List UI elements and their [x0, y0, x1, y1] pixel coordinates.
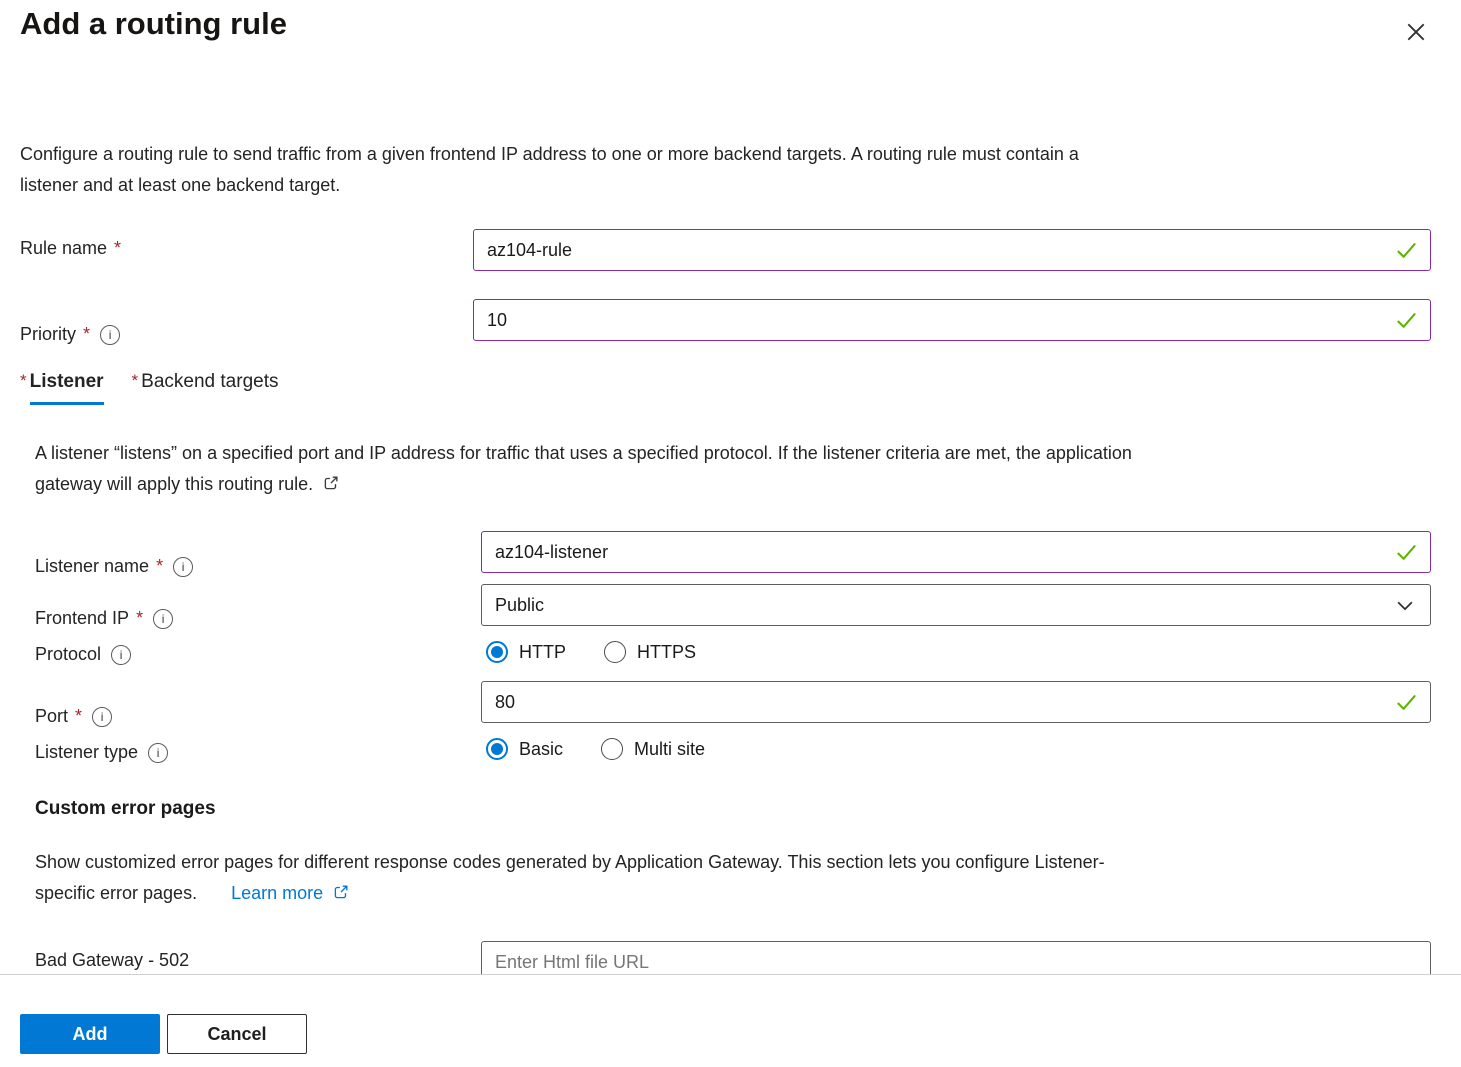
valid-check-icon [1395, 239, 1418, 262]
listener-name-input[interactable] [481, 531, 1431, 573]
valid-check-icon [1395, 309, 1418, 332]
frontend-ip-selected-value: Public [495, 595, 544, 616]
required-asterisk: * [132, 371, 139, 391]
learn-more-link[interactable]: Learn more [231, 883, 323, 903]
intro-line: Configure a routing rule to send traffic… [20, 139, 1420, 170]
rule-name-field [473, 229, 1431, 271]
port-label-text: Port [35, 706, 68, 727]
add-button[interactable]: Add [20, 1014, 160, 1054]
info-icon[interactable]: i [148, 743, 168, 763]
required-asterisk: * [83, 324, 90, 345]
footer-divider [0, 974, 1461, 975]
info-icon[interactable]: i [173, 557, 193, 577]
valid-check-icon [1395, 541, 1418, 564]
page-title: Add a routing rule [20, 6, 287, 42]
port-input[interactable] [481, 681, 1431, 723]
priority-label: Priority * i [20, 324, 120, 345]
required-asterisk: * [114, 238, 121, 259]
external-link-icon[interactable] [322, 474, 340, 492]
listener-name-label: Listener name * i [35, 556, 193, 577]
port-field [481, 681, 1431, 723]
bad-gateway-502-label-text: Bad Gateway - 502 [35, 950, 189, 971]
rule-name-label: Rule name * [20, 238, 121, 259]
listener-type-option-multi-site[interactable]: Multi site [601, 738, 705, 760]
close-x-glyph [1402, 18, 1430, 46]
listener-description-line: A listener “listens” on a specified port… [35, 438, 1435, 469]
listener-type-option-basic-label: Basic [519, 739, 563, 760]
tab-listener-label: Listener [30, 371, 104, 405]
valid-check-icon [1395, 691, 1418, 714]
protocol-option-https-label: HTTPS [637, 642, 696, 663]
bad-gateway-502-label: Bad Gateway - 502 [35, 950, 189, 971]
required-asterisk: * [156, 556, 163, 577]
listener-name-field [481, 531, 1431, 573]
custom-error-description-line: Show customized error pages for differen… [35, 847, 1435, 878]
footer-actions: Add Cancel [20, 1014, 307, 1054]
listener-name-label-text: Listener name [35, 556, 149, 577]
frontend-ip-select[interactable]: Public [481, 584, 1431, 626]
rule-tabs: * Listener * Backend targets [20, 371, 278, 405]
listener-type-option-multi-site-label: Multi site [634, 739, 705, 760]
custom-error-description-line2: specific error pages. Learn more [35, 878, 1435, 909]
chevron-down-icon [1395, 596, 1415, 616]
custom-error-pages-heading: Custom error pages [35, 798, 216, 820]
rule-name-label-text: Rule name [20, 238, 107, 259]
frontend-ip-label-text: Frontend IP [35, 608, 129, 629]
required-asterisk: * [20, 371, 27, 391]
priority-field [473, 299, 1431, 341]
protocol-option-http[interactable]: HTTP [486, 641, 566, 663]
radio-selected-icon [486, 641, 508, 663]
radio-selected-icon [486, 738, 508, 760]
bad-gateway-502-field [481, 941, 1431, 975]
cancel-button[interactable]: Cancel [167, 1014, 307, 1054]
custom-error-description-line2-text: specific error pages. [35, 883, 197, 903]
protocol-radio-group: HTTP HTTPS [486, 641, 696, 663]
port-label: Port * i [35, 706, 112, 727]
intro-line: listener and at least one backend target… [20, 170, 1420, 201]
radio-unselected-icon [601, 738, 623, 760]
protocol-option-https[interactable]: HTTPS [604, 641, 696, 663]
tab-backend-targets-label: Backend targets [141, 371, 278, 402]
protocol-label: Protocol i [35, 644, 131, 665]
required-asterisk: * [75, 706, 82, 727]
bad-gateway-502-input[interactable] [481, 941, 1431, 975]
external-link-icon[interactable] [332, 883, 350, 901]
tab-backend-targets[interactable]: * Backend targets [132, 371, 279, 405]
listener-description: A listener “listens” on a specified port… [35, 438, 1435, 500]
listener-type-radio-group: Basic Multi site [486, 738, 705, 760]
custom-error-description: Show customized error pages for differen… [35, 847, 1435, 909]
listener-type-option-basic[interactable]: Basic [486, 738, 563, 760]
protocol-option-http-label: HTTP [519, 642, 566, 663]
listener-description-line2-text: gateway will apply this routing rule. [35, 474, 313, 494]
protocol-label-text: Protocol [35, 644, 101, 665]
tab-listener[interactable]: * Listener [20, 371, 104, 405]
info-icon[interactable]: i [111, 645, 131, 665]
frontend-ip-label: Frontend IP * i [35, 608, 173, 629]
rule-name-input[interactable] [473, 229, 1431, 271]
close-icon[interactable] [1398, 14, 1434, 50]
priority-label-text: Priority [20, 324, 76, 345]
radio-unselected-icon [604, 641, 626, 663]
add-routing-rule-dialog: Add a routing rule Configure a routing r… [0, 0, 1461, 1067]
intro-text: Configure a routing rule to send traffic… [20, 139, 1420, 201]
info-icon[interactable]: i [153, 609, 173, 629]
listener-type-label-text: Listener type [35, 742, 138, 763]
dialog-content: Add a routing rule Configure a routing r… [0, 0, 1461, 975]
info-icon[interactable]: i [92, 707, 112, 727]
listener-type-label: Listener type i [35, 742, 168, 763]
priority-input[interactable] [473, 299, 1431, 341]
info-icon[interactable]: i [100, 325, 120, 345]
listener-description-line2: gateway will apply this routing rule. [35, 469, 1435, 500]
required-asterisk: * [136, 608, 143, 629]
